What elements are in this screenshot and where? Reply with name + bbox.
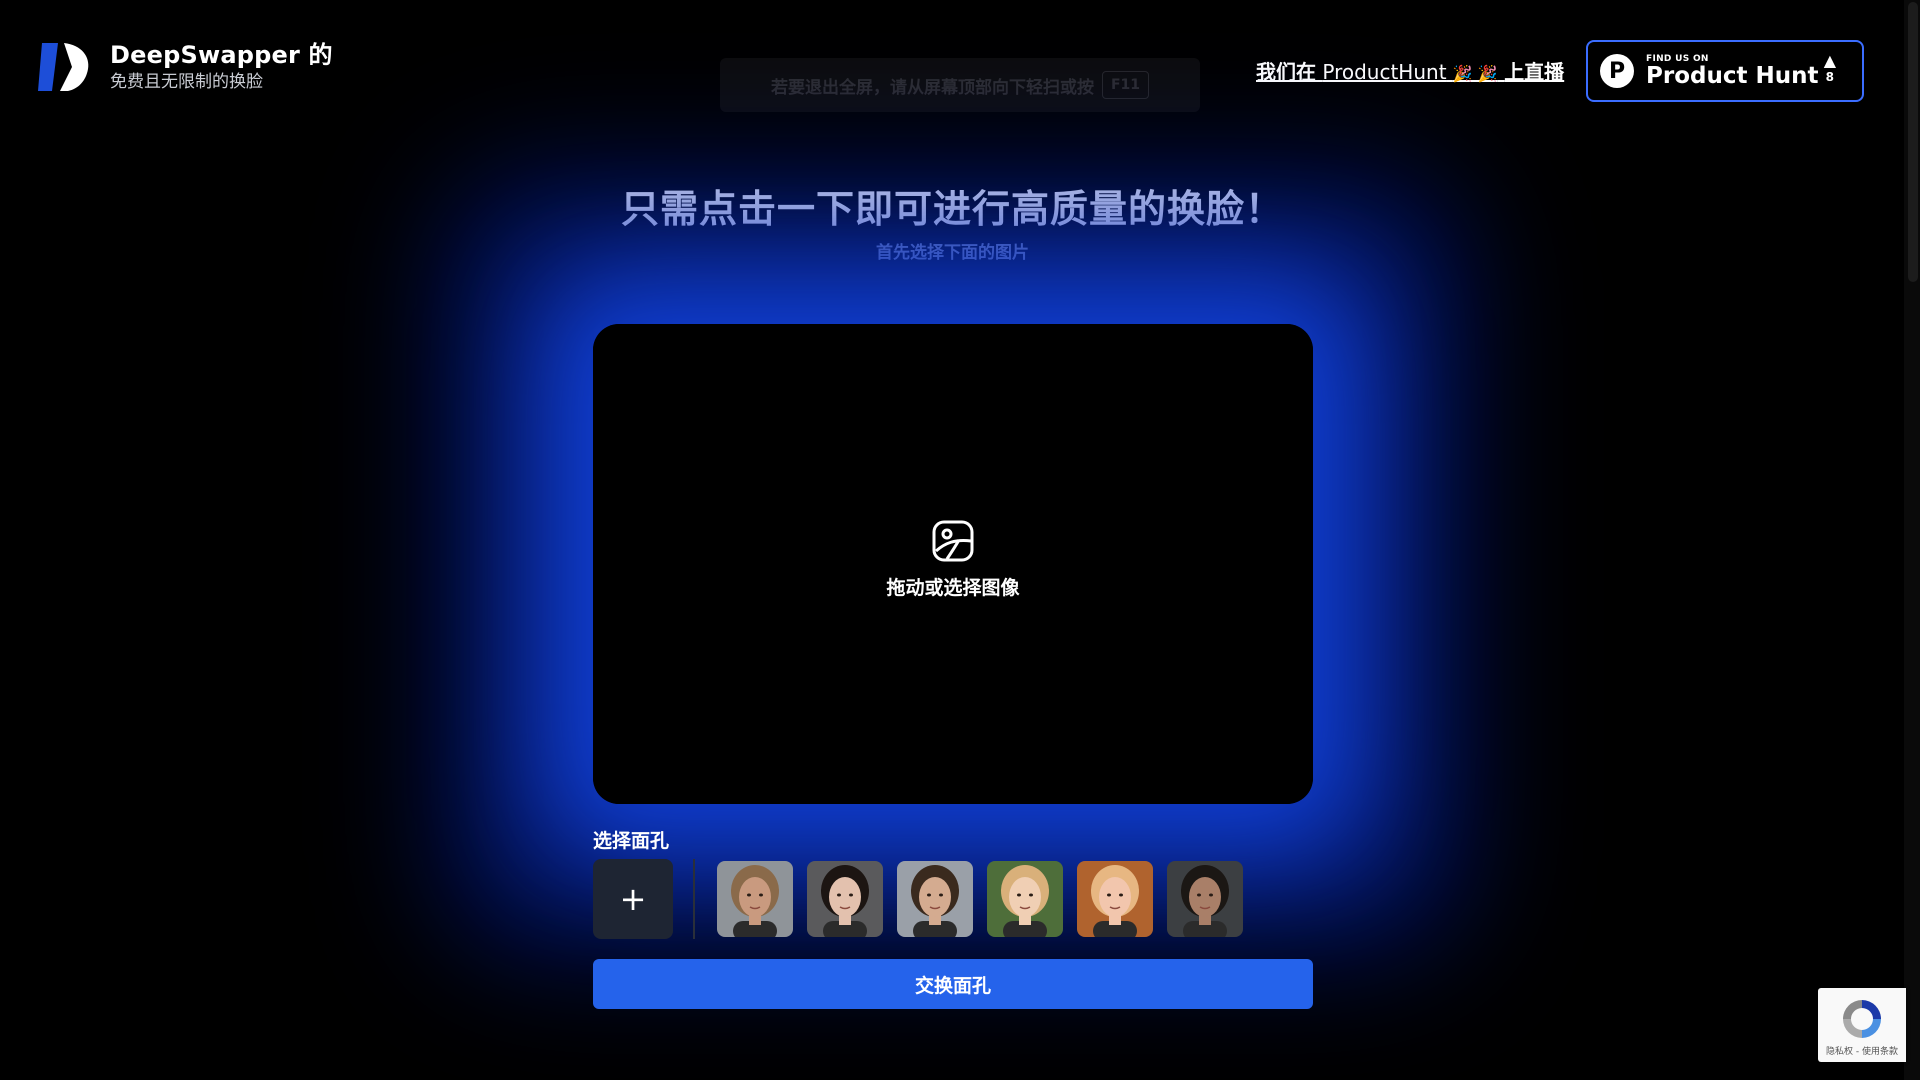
swap-face-button[interactable]: 交换面孔 [593, 959, 1313, 1009]
dropzone-label: 拖动或选择图像 [886, 576, 1020, 599]
producthunt-upvote-count: 8 [1825, 70, 1835, 84]
face-portrait-image [717, 861, 793, 937]
upvote-triangle-icon: ▲ [1823, 51, 1836, 70]
face-portrait-image [987, 861, 1063, 937]
face-thumbnail[interactable] [987, 861, 1063, 937]
page-subtitle: 首先选择下面的图片 [876, 243, 1029, 263]
face-portrait-image [1077, 861, 1153, 937]
face-thumbnail[interactable] [807, 861, 883, 937]
producthunt-badge-name: Product Hunt [1646, 63, 1819, 89]
producthunt-logo-icon: P [1600, 54, 1634, 88]
producthunt-upvotes: ▲ 8 [1823, 51, 1836, 85]
face-thumbnail-list [717, 861, 1257, 937]
brand[interactable]: DeepSwapper 的 免费且无限制的换脸 [38, 40, 333, 94]
face-thumbnail[interactable] [717, 861, 793, 937]
fullscreen-hint-text: 若要退出全屏，请从屏幕顶部向下轻扫或按 [770, 77, 1094, 98]
producthunt-badge[interactable]: P FIND US ON Product Hunt ▲ 8 [1586, 40, 1864, 102]
face-thumbnail[interactable] [897, 861, 973, 937]
recaptcha-icon [1843, 1000, 1881, 1038]
faces-row: + [593, 859, 1257, 939]
brand-subtitle: 免费且无限制的换脸 [110, 72, 263, 92]
fullscreen-hint-key: F11 [1101, 71, 1150, 99]
image-upload-icon [932, 520, 974, 561]
image-dropzone[interactable]: 拖动或选择图像 [593, 324, 1313, 804]
deepswapper-logo-icon [38, 43, 89, 91]
recaptcha-badge[interactable]: 隐私权 - 使用条款 [1818, 988, 1906, 1062]
producthunt-live-link[interactable]: 我们在 ProductHunt 🎉 🎉 上直播 [1256, 58, 1564, 88]
scrollbar-thumb[interactable] [1908, 2, 1918, 282]
face-portrait-image [897, 861, 973, 937]
producthunt-link-name: ProductHunt [1322, 60, 1447, 84]
face-portrait-image [1167, 861, 1243, 937]
faces-label: 选择面孔 [593, 830, 670, 852]
faces-divider [693, 859, 695, 939]
face-thumbnail[interactable] [1077, 861, 1153, 937]
brand-title: DeepSwapper 的 [110, 41, 333, 69]
scrollbar[interactable] [1904, 0, 1920, 1080]
fullscreen-exit-hint: 若要退出全屏，请从屏幕顶部向下轻扫或按 F11 [720, 58, 1200, 112]
page: DeepSwapper 的 免费且无限制的换脸 若要退出全屏，请从屏幕顶部向下轻… [0, 0, 1920, 1080]
party-popper-icon: 🎉 🎉 [1452, 64, 1498, 83]
page-title: 只需点击一下即可进行高质量的换脸！ [620, 187, 1284, 231]
recaptcha-text: 隐私权 - 使用条款 [1826, 1047, 1898, 1057]
producthunt-link-suffix: 上直播 [1504, 60, 1565, 84]
face-thumbnail[interactable] [1167, 861, 1243, 937]
producthunt-link-prefix: 我们在 [1256, 60, 1316, 84]
face-portrait-image [807, 861, 883, 937]
add-face-button[interactable]: + [593, 859, 673, 939]
